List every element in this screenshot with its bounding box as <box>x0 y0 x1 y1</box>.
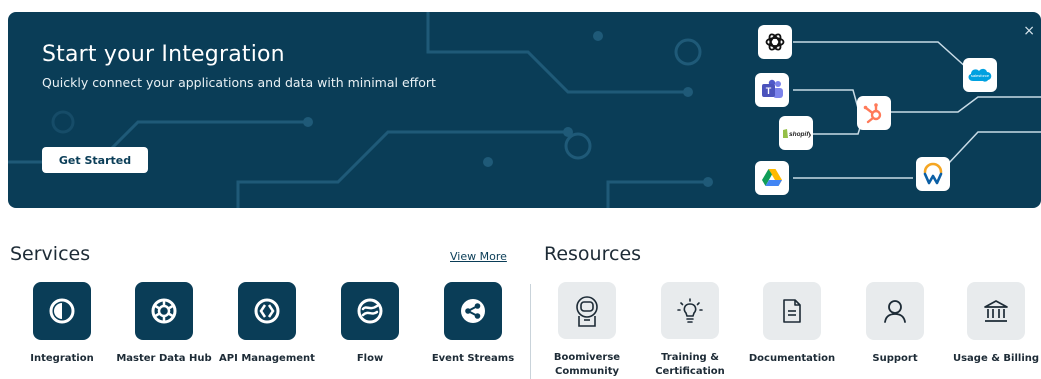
openai-logo <box>758 25 792 59</box>
resource-label: Usage & Billing <box>941 352 1041 366</box>
person-icon <box>866 282 924 340</box>
services-title: Services <box>10 243 91 265</box>
svg-text:T: T <box>766 86 772 96</box>
resources-title: Resources <box>544 243 642 265</box>
resource-label: Documentation <box>737 352 847 366</box>
service-tile-api-management[interactable]: API Management <box>212 282 322 379</box>
shopify-logo: shopify <box>779 116 813 150</box>
astronaut-icon <box>558 282 616 339</box>
resource-label-line2: Certification <box>655 366 725 377</box>
google-drive-logo <box>755 161 789 195</box>
service-tile-flow[interactable]: Flow <box>315 282 425 379</box>
flow-icon <box>341 282 399 340</box>
resource-label: Boomiverse Community <box>532 351 642 379</box>
view-more-link[interactable]: View More <box>450 250 507 263</box>
service-label: API Management <box>219 353 315 364</box>
lightbulb-icon <box>661 282 719 339</box>
resource-label-line2: Community <box>554 366 619 377</box>
service-tile-event-streams[interactable]: Event Streams <box>418 282 528 379</box>
document-icon <box>763 282 821 340</box>
service-tile-master-data-hub[interactable]: Master Data Hub <box>109 282 219 379</box>
master-data-hub-icon <box>135 282 193 340</box>
close-icon[interactable]: × <box>1023 24 1035 38</box>
integration-banner: Start your Integration Quickly connect y… <box>8 12 1041 208</box>
banner-subtitle: Quickly connect your applications and da… <box>42 75 436 90</box>
shopify-wordmark: shopify <box>789 131 811 138</box>
microsoft-teams-logo: T <box>755 73 789 107</box>
integration-icon <box>33 282 91 340</box>
service-label: Master Data Hub <box>116 353 212 364</box>
resource-tile-documentation[interactable]: Documentation <box>737 282 847 379</box>
resource-label-line1: Support <box>872 353 918 364</box>
resource-tile-usage-billing[interactable]: Usage & Billing <box>941 282 1041 379</box>
resource-tile-boomiverse-community[interactable]: Boomiverse Community <box>532 282 642 379</box>
section-divider <box>530 284 531 379</box>
workday-logo <box>916 157 950 191</box>
service-label: Flow <box>356 353 384 364</box>
api-management-icon <box>238 282 296 340</box>
salesforce-logo: salesforce <box>963 58 997 92</box>
service-tile-integration[interactable]: Integration <box>7 282 117 379</box>
hubspot-logo <box>857 96 891 130</box>
service-label: Event Streams <box>431 353 515 364</box>
salesforce-wordmark: salesforce <box>971 73 990 78</box>
resource-label: Support <box>840 352 950 366</box>
resource-tile-training-certification[interactable]: Training & Certification <box>635 282 745 379</box>
resource-label-line1: Documentation <box>748 353 836 364</box>
resource-label: Training & Certification <box>635 351 745 379</box>
resource-tile-support[interactable]: Support <box>840 282 950 379</box>
banner-title: Start your Integration <box>42 42 285 67</box>
get-started-button[interactable]: Get Started <box>42 147 148 173</box>
bank-icon <box>967 282 1025 340</box>
resource-label-line1: Training & <box>661 352 719 363</box>
resource-label-line1: Boomiverse <box>553 352 621 363</box>
resource-label-line1: Usage & Billing <box>952 353 1040 364</box>
event-streams-icon <box>444 282 502 340</box>
service-label: Integration <box>30 353 94 364</box>
